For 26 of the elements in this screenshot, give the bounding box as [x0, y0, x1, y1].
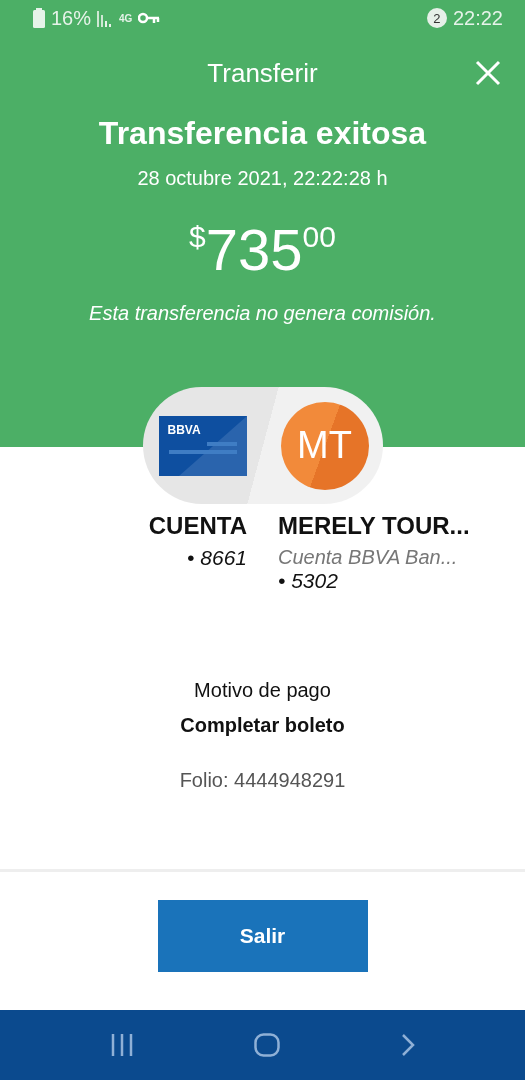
recipient-avatar: MT — [280, 401, 369, 490]
recipient-account-number: • 5302 — [278, 569, 339, 593]
close-button[interactable] — [475, 60, 501, 86]
back-icon[interactable] — [400, 1033, 415, 1057]
reason-label: Motivo de pago — [194, 679, 331, 702]
battery-icon — [33, 8, 45, 28]
exit-button[interactable]: Salir — [157, 900, 368, 972]
bank-card-icon: BBVA — [158, 415, 247, 476]
recent-apps-icon[interactable] — [110, 1034, 135, 1056]
origin-account-number: • 8661 — [186, 546, 247, 570]
screen-title: Transferir — [207, 58, 318, 89]
battery-level: 16% — [51, 6, 92, 30]
folio-number: Folio: 4444948291 — [179, 769, 346, 792]
home-icon[interactable] — [254, 1033, 281, 1057]
success-heading: Transferencia exitosa — [98, 115, 427, 152]
clock: 22:22 — [452, 6, 503, 30]
transfer-date: 28 octubre 2021, 22:22:28 h — [137, 167, 388, 190]
signal-icon — [97, 9, 114, 27]
key-icon — [138, 12, 161, 24]
commission-note: Esta transferencia no genera comisión. — [89, 302, 436, 325]
origin-name: CUENTA — [147, 512, 247, 540]
recipient-name: MERELY TOUR... — [278, 512, 471, 540]
network-type: 4G — [119, 13, 133, 23]
notification-badge: 2 — [426, 8, 447, 28]
recipient-bank: Cuenta BBVA Ban... — [278, 546, 459, 569]
reason-value: Completar boleto — [180, 714, 345, 737]
